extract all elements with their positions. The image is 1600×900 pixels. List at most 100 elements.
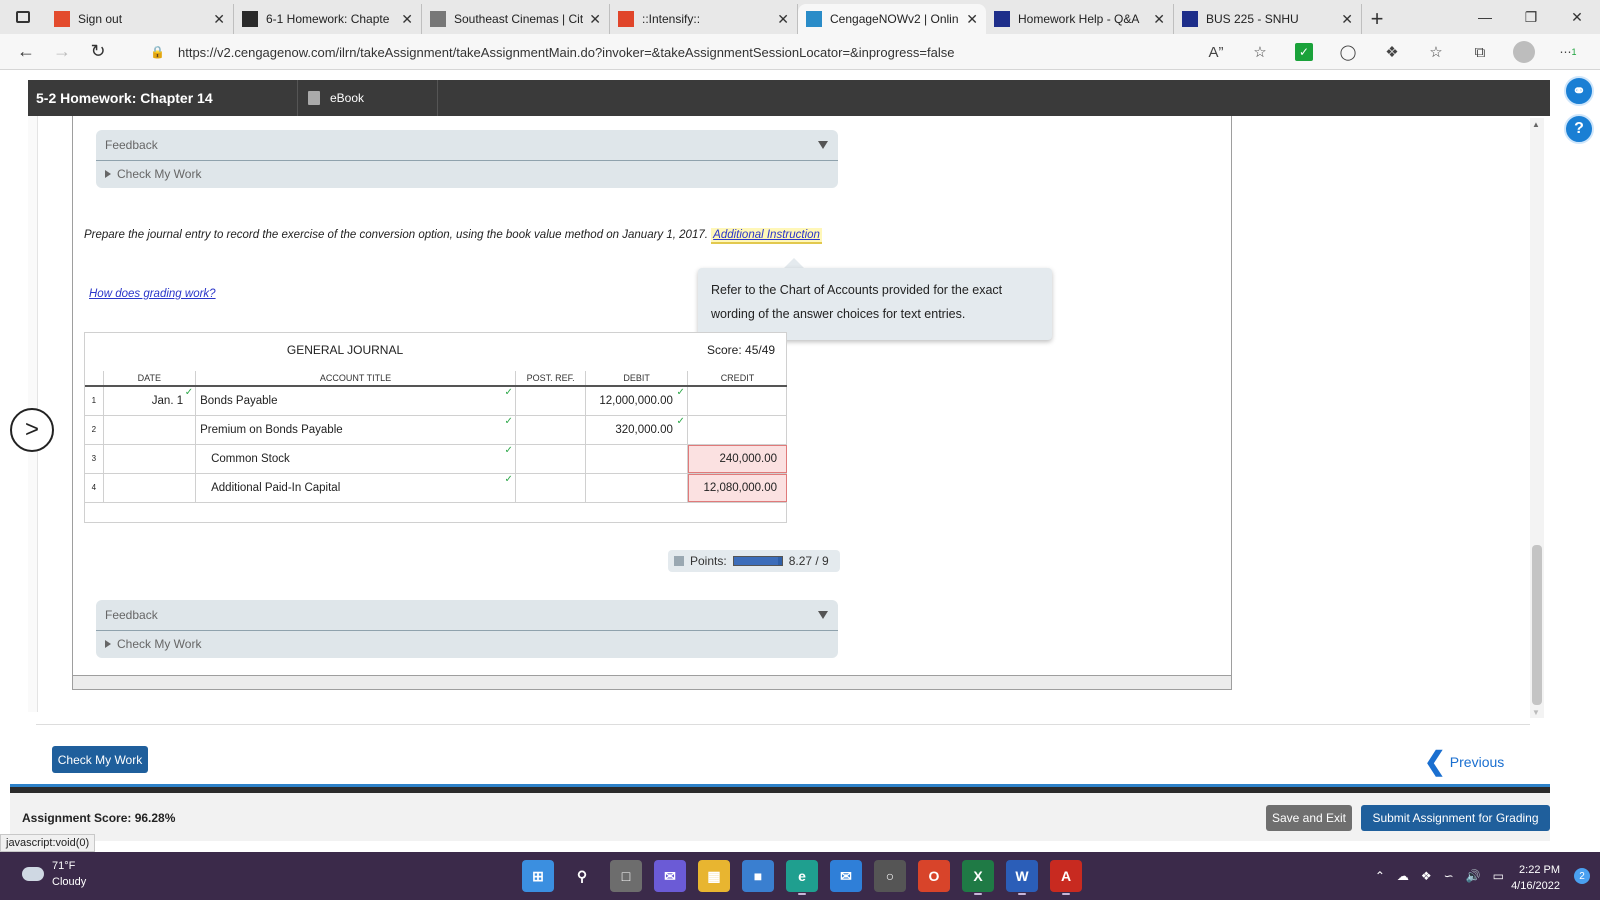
tab-title: Sign out: [78, 12, 123, 26]
add-favorite-icon[interactable]: ☆: [1238, 43, 1282, 61]
feedback-panel-bottom[interactable]: Feedback Check My Work: [96, 600, 838, 658]
post-ref-cell[interactable]: [514, 444, 586, 474]
browser-tab[interactable]: 6-1 Homework: Chapte ✕: [234, 4, 422, 34]
scroll-down-icon[interactable]: ▼: [1532, 708, 1540, 717]
tab-actions-button[interactable]: [0, 0, 46, 34]
post-ref-cell[interactable]: [514, 415, 586, 445]
wifi-icon[interactable]: ∽: [1444, 869, 1454, 883]
account-title-cell[interactable]: Additional Paid-In Capital ✓: [195, 473, 516, 503]
additional-instruction-link[interactable]: Additional Instruction: [711, 228, 822, 244]
close-tab-icon[interactable]: ✕: [777, 11, 789, 28]
close-tab-icon[interactable]: ✕: [401, 11, 413, 28]
journal-title: GENERAL JOURNAL: [286, 343, 404, 357]
feedback-panel-top[interactable]: Feedback Check My Work: [96, 130, 838, 188]
start-windows-icon[interactable]: ⊞: [522, 860, 554, 892]
chevron-up-icon[interactable]: ⌃: [1375, 869, 1385, 883]
date-cell[interactable]: [102, 444, 196, 474]
mail-icon[interactable]: ✉: [830, 860, 862, 892]
battery-icon[interactable]: ▭: [1493, 869, 1504, 883]
restore-button[interactable]: ❐: [1508, 0, 1554, 34]
chevron-down-icon[interactable]: [818, 141, 828, 149]
notification-badge[interactable]: 2: [1574, 868, 1590, 884]
account-title-cell[interactable]: Common Stock ✓: [195, 444, 516, 474]
word-icon[interactable]: W: [1006, 860, 1038, 895]
excel-icon[interactable]: X: [962, 860, 994, 895]
date-cell[interactable]: [102, 473, 196, 503]
close-window-button[interactable]: ✕: [1554, 0, 1600, 34]
credit-cell[interactable]: [686, 415, 787, 445]
extension-check-icon[interactable]: ✓: [1295, 43, 1313, 61]
profile-avatar[interactable]: [1513, 41, 1535, 63]
close-tab-icon[interactable]: ✕: [1153, 11, 1165, 28]
close-tab-icon[interactable]: ✕: [966, 11, 978, 28]
browser-tab[interactable]: Sign out ✕: [46, 4, 234, 34]
browser-tab[interactable]: BUS 225 - SNHU ✕: [1174, 4, 1362, 34]
new-tab-button[interactable]: +: [1362, 4, 1392, 34]
browser-tab[interactable]: Homework Help - Q&A ✕: [986, 4, 1174, 34]
ebook-button[interactable]: eBook: [298, 80, 438, 116]
favorites-icon[interactable]: ☆: [1414, 43, 1458, 61]
save-and-exit-button[interactable]: Save and Exit: [1266, 805, 1352, 831]
app-shield-icon[interactable]: ○: [874, 860, 906, 892]
onedrive-icon[interactable]: ☁: [1397, 869, 1409, 883]
weather-widget[interactable]: 71°F Cloudy: [22, 858, 86, 890]
back-button[interactable]: ←: [8, 34, 44, 70]
credit-cell[interactable]: [686, 386, 787, 416]
check-my-work-button[interactable]: Check My Work: [52, 746, 148, 773]
next-question-arrow-button[interactable]: >: [10, 408, 54, 452]
post-ref-cell[interactable]: [514, 386, 586, 416]
teams-chat-icon[interactable]: ✉: [654, 860, 686, 892]
file-explorer-icon[interactable]: ▦: [698, 860, 730, 892]
debit-cell[interactable]: [585, 473, 688, 503]
submit-assignment-button[interactable]: Submit Assignment for Grading: [1361, 805, 1550, 831]
volume-icon[interactable]: 🔊: [1466, 869, 1481, 883]
post-ref-cell[interactable]: [514, 473, 586, 503]
previous-button[interactable]: ❮ Previous: [1424, 746, 1504, 777]
account-title-cell[interactable]: Bonds Payable ✓: [195, 386, 516, 416]
close-tab-icon[interactable]: ✕: [589, 11, 601, 28]
help-question-icon[interactable]: ?: [1564, 114, 1594, 144]
credit-cell[interactable]: 240,000.00: [686, 444, 787, 474]
minimize-button[interactable]: —: [1462, 0, 1508, 34]
debit-cell[interactable]: [585, 444, 688, 474]
store-icon[interactable]: ■: [742, 860, 774, 892]
windows-icon: [54, 11, 70, 27]
acrobat-icon[interactable]: A: [1050, 860, 1082, 895]
extension-circle-icon[interactable]: ◯: [1326, 43, 1370, 61]
edge-browser-icon[interactable]: e: [786, 860, 818, 895]
chevron-down-icon[interactable]: [818, 611, 828, 619]
close-tab-icon[interactable]: ✕: [213, 11, 225, 28]
account-title-cell-value: Premium on Bonds Payable: [200, 423, 343, 436]
refresh-button[interactable]: ↻: [80, 34, 116, 70]
extensions-icon[interactable]: ❖: [1370, 43, 1414, 61]
close-tab-icon[interactable]: ✕: [1341, 11, 1353, 28]
task-view-icon[interactable]: □: [610, 860, 642, 892]
support-headset-icon[interactable]: ⚭: [1564, 76, 1594, 106]
search-icon[interactable]: ⚲: [566, 860, 598, 892]
scrollbar-thumb[interactable]: [1532, 545, 1542, 705]
grading-help-link[interactable]: How does grading work?: [89, 288, 216, 300]
dropbox-icon[interactable]: ❖: [1421, 869, 1432, 883]
browser-tab[interactable]: Southeast Cinemas | Cit ✕: [422, 4, 610, 34]
date-cell[interactable]: [102, 415, 196, 445]
browser-tab[interactable]: ::Intensify:: ✕: [610, 4, 798, 34]
browser-tab[interactable]: CengageNOWv2 | Onlin ✕: [798, 4, 986, 34]
forward-button[interactable]: →: [44, 34, 80, 70]
debit-cell[interactable]: 12,000,000.00 ✓: [585, 386, 688, 416]
url-field[interactable]: 🔒 https://v2.cengagenow.com/ilrn/takeAss…: [150, 38, 1260, 66]
scroll-up-icon[interactable]: ▲: [1532, 120, 1540, 129]
date-cell[interactable]: Jan. 1 ✓: [102, 386, 196, 416]
office-icon[interactable]: O: [918, 860, 950, 892]
taskbar-clock[interactable]: 2:22 PM 4/16/2022: [1511, 862, 1560, 894]
check-my-work-toggle[interactable]: Check My Work: [105, 167, 201, 181]
settings-more-icon[interactable]: ⋯ 1: [1546, 45, 1590, 59]
read-aloud-icon[interactable]: A”: [1194, 44, 1238, 61]
check-my-work-toggle[interactable]: Check My Work: [105, 637, 201, 651]
document-icon: [430, 11, 446, 27]
debit-cell[interactable]: 320,000.00 ✓: [585, 415, 688, 445]
question-footer: [36, 724, 1530, 780]
collections-icon[interactable]: ⧉: [1458, 44, 1502, 61]
credit-cell[interactable]: 12,080,000.00: [686, 473, 787, 503]
account-title-cell-value: Common Stock: [211, 452, 290, 465]
account-title-cell[interactable]: Premium on Bonds Payable ✓: [195, 415, 516, 445]
